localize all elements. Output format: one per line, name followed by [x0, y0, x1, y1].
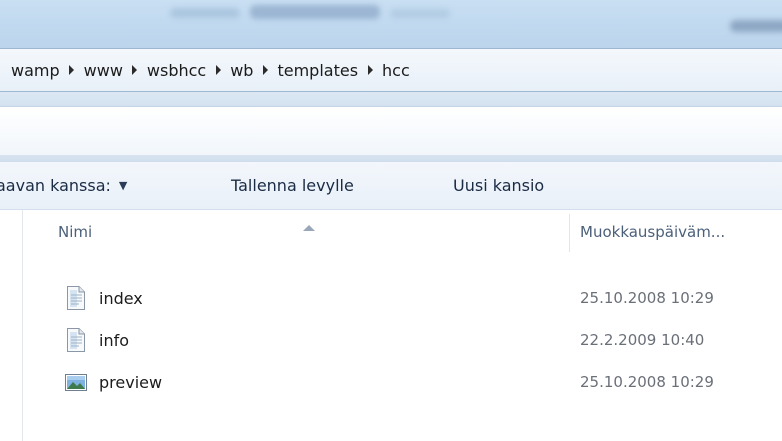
share-with-button[interactable]: aavan kanssa: ▼ — [0, 162, 127, 208]
text-file-icon — [67, 286, 85, 310]
new-folder-button[interactable]: Uusi kansio — [453, 162, 544, 208]
breadcrumb-item-wb[interactable]: wb — [229, 61, 254, 80]
titlebar-blur — [390, 9, 450, 18]
text-file-icon — [67, 328, 85, 352]
column-separator[interactable] — [569, 214, 570, 252]
column-header-name[interactable]: Nimi — [58, 210, 92, 254]
dropdown-arrow-icon: ▼ — [118, 178, 128, 192]
file-name: index — [99, 288, 143, 308]
breadcrumb-item-templates[interactable]: templates — [276, 61, 359, 80]
breadcrumb-arrow-icon[interactable] — [254, 60, 276, 80]
burn-to-disc-label: Tallenna levylle — [231, 175, 354, 195]
burn-to-disc-button[interactable]: Tallenna levylle — [231, 162, 354, 208]
list-item[interactable]: info 22.2.2009 10:40 — [0, 320, 782, 360]
breadcrumb-item-wamp[interactable]: wamp — [10, 61, 61, 80]
breadcrumb-arrow-icon[interactable] — [124, 60, 146, 80]
titlebar-blur — [250, 5, 380, 19]
list-item[interactable]: index 25.10.2008 10:29 — [0, 278, 782, 318]
sort-ascending-icon — [303, 225, 315, 231]
address-bar[interactable]: wamp www wsbhcc wb templates hcc — [0, 48, 782, 92]
breadcrumb-item-hcc[interactable]: hcc — [381, 61, 411, 80]
menu-band — [0, 106, 782, 163]
file-list-pane[interactable]: Nimi Muokkauspäiväm... index 25.10.2008 … — [0, 210, 782, 441]
list-item[interactable]: preview 25.10.2008 10:29 — [0, 362, 782, 402]
breadcrumb-item-www[interactable]: www — [83, 61, 124, 80]
file-date-modified: 25.10.2008 10:29 — [580, 289, 714, 307]
file-date-modified: 22.2.2009 10:40 — [580, 331, 705, 349]
breadcrumb-arrow-icon[interactable] — [61, 60, 83, 80]
breadcrumb-arrow-icon[interactable] — [207, 60, 229, 80]
breadcrumb-arrow-icon[interactable] — [359, 60, 381, 80]
titlebar-blur — [170, 8, 240, 18]
new-folder-label: Uusi kansio — [453, 175, 545, 195]
titlebar-blur — [730, 20, 782, 32]
image-file-icon — [65, 374, 87, 391]
share-with-label: aavan kanssa: — [0, 175, 111, 195]
file-name: preview — [99, 372, 163, 392]
file-date-modified: 25.10.2008 10:29 — [580, 373, 714, 391]
window-titlebar — [0, 0, 782, 48]
column-header-date-modified[interactable]: Muokkauspäiväm... — [580, 210, 725, 254]
breadcrumb: wamp www wsbhcc wb templates hcc — [10, 49, 411, 91]
command-toolbar: aavan kanssa: ▼ Tallenna levylle Uusi ka… — [0, 162, 782, 210]
address-bar-spacer — [0, 92, 782, 106]
file-name: info — [99, 330, 130, 350]
breadcrumb-item-wsbhcc[interactable]: wsbhcc — [146, 61, 207, 80]
